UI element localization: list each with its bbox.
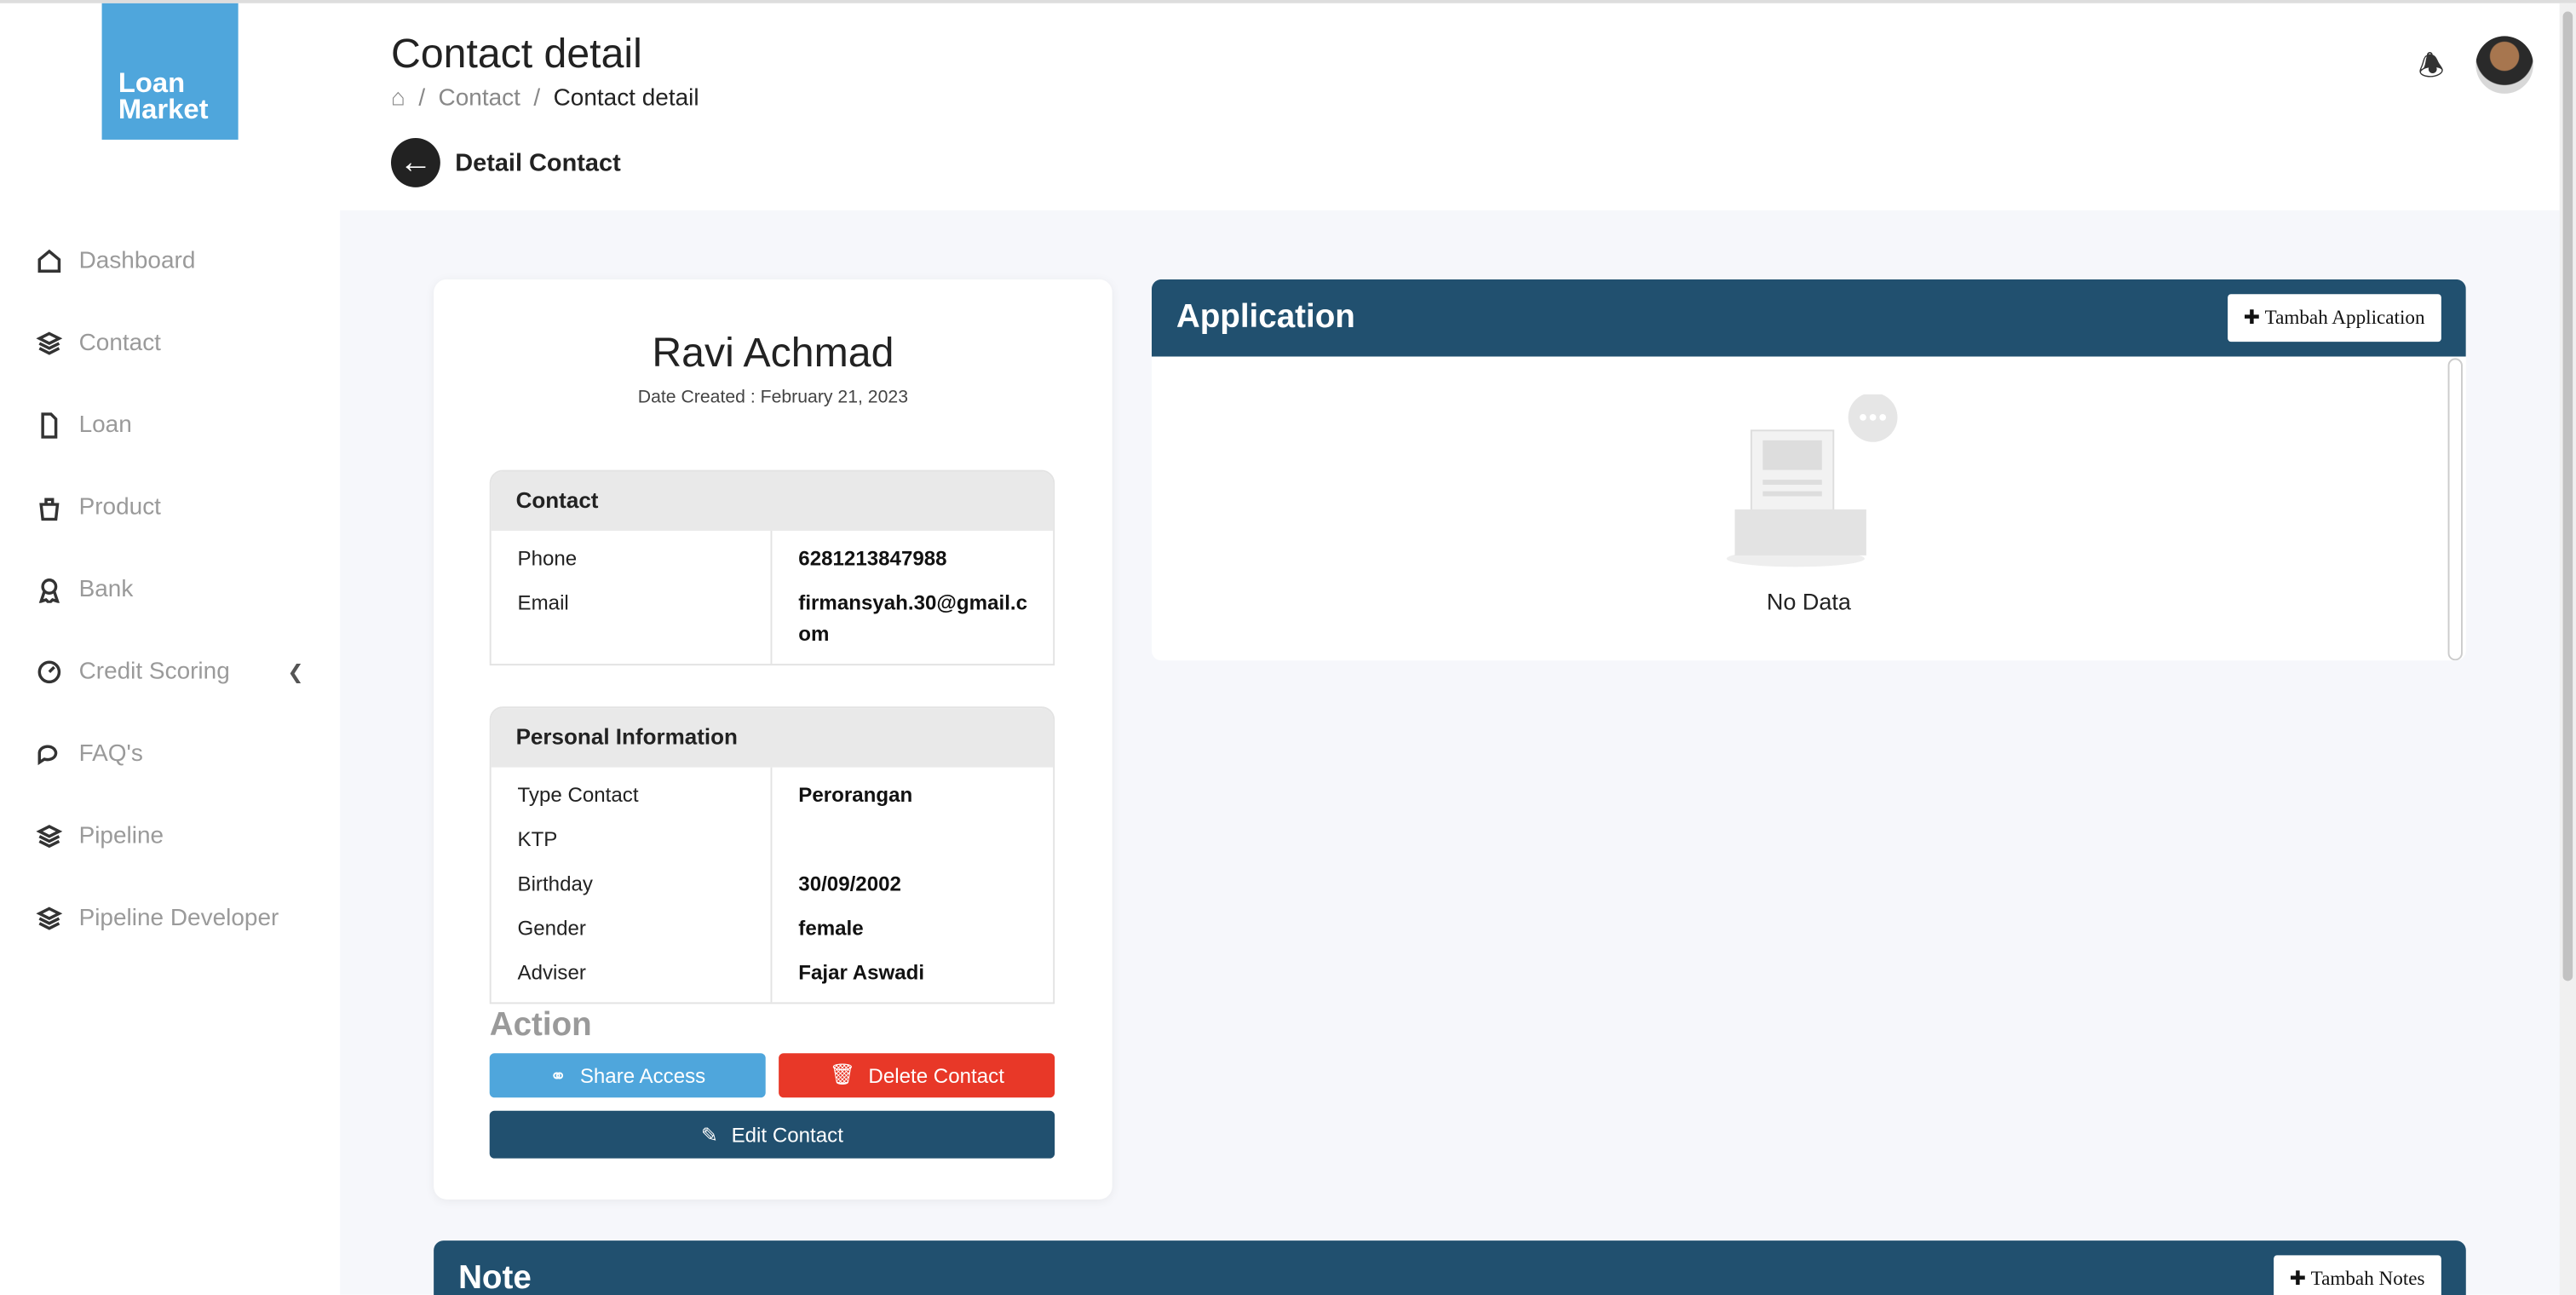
phone-label: Phone	[517, 547, 578, 571]
header: Contact detail ⌂ / Contact / Contact detai…	[340, 3, 2576, 210]
sidebar-item-pipeline[interactable]: Pipeline	[0, 795, 340, 877]
sidebar-item-pipeline-developer[interactable]: Pipeline Developer	[0, 878, 340, 959]
sidebar-nav: Dashboard Contact Loan Product Bank Cred…	[0, 220, 340, 959]
birthday-label: Birthday	[517, 872, 593, 896]
breadcrumb-sep: /	[533, 85, 541, 112]
sidebar-item-faqs[interactable]: FAQ's	[0, 713, 340, 795]
personal-info-title: Personal Information	[491, 708, 1054, 768]
layers-icon	[36, 906, 63, 930]
layers-icon	[36, 331, 63, 355]
sidebar-item-product[interactable]: Product	[0, 467, 340, 549]
phone-value: 6281213847988	[798, 547, 947, 571]
back-label: Detail Contact	[455, 148, 621, 177]
email-label: Email	[517, 591, 569, 615]
chevron-left-icon[interactable]: ❮	[287, 660, 303, 683]
sidebar-item-bank[interactable]: Bank	[0, 549, 340, 630]
page-scrollbar[interactable]	[2559, 3, 2576, 1295]
type-value: Perorangan	[798, 783, 913, 807]
home-icon[interactable]: ⌂	[391, 85, 405, 112]
edit-contact-button[interactable]: ✎ Edit Contact	[489, 1110, 1055, 1159]
nav-label: Bank	[78, 576, 134, 603]
sidebar-item-contact[interactable]: Contact	[0, 302, 340, 384]
add-notes-button[interactable]: ✚ Tambah Notes	[2273, 1255, 2441, 1295]
layers-icon	[36, 825, 63, 849]
gender-value: female	[798, 917, 864, 941]
gender-label: Gender	[517, 917, 586, 941]
action-heading: Action	[489, 1007, 592, 1044]
pencil-icon: ✎	[700, 1124, 719, 1148]
share-access-button[interactable]: ⚭ Share Access	[489, 1053, 766, 1098]
delete-label: Delete Contact	[868, 1063, 1004, 1087]
nav-label: Pipeline Developer	[78, 905, 279, 932]
personal-info-table: Personal Information Type Contact KTP Birt…	[489, 706, 1055, 1004]
file-icon	[41, 412, 58, 439]
sidebar-item-credit-scoring[interactable]: Credit Scoring ❮	[0, 631, 340, 713]
birthday-value: 30/09/2002	[798, 872, 901, 896]
avatar[interactable]	[2475, 36, 2533, 94]
contact-card: Ravi Achmad Date Created : February 21, …	[434, 279, 1113, 1200]
add-notes-label: Tambah Notes	[2310, 1266, 2425, 1290]
note-panel: Note ✚ Tambah Notes	[434, 1240, 2466, 1295]
nav-label: Credit Scoring	[78, 659, 230, 686]
breadcrumb-sep: /	[418, 85, 426, 112]
award-icon	[38, 578, 60, 603]
logo-text: Market	[118, 93, 209, 125]
page-title: Contact detail	[390, 31, 642, 78]
contact-table-title: Contact	[491, 471, 1054, 531]
breadcrumb: ⌂ / Contact / Contact detail	[391, 85, 699, 112]
sidebar-item-dashboard[interactable]: Dashboard	[0, 220, 340, 302]
nav-label: Pipeline	[78, 823, 164, 850]
share-label: Share Access	[579, 1063, 706, 1087]
adviser-label: Adviser	[517, 961, 586, 985]
scrollbar[interactable]	[2447, 358, 2463, 661]
ktp-label: KTP	[517, 827, 558, 851]
arrow-left-icon[interactable]: ←	[390, 137, 440, 187]
back-button[interactable]: ← Detail Contact	[390, 137, 621, 187]
edit-label: Edit Contact	[731, 1123, 843, 1147]
ktp-value	[798, 818, 1028, 862]
email-value: firmansyah.30@gmail.com	[798, 591, 1028, 646]
sidebar-item-loan[interactable]: Loan	[0, 384, 340, 466]
application-panel: Application ✚ Tambah Application No Data	[1151, 279, 2466, 661]
sidebar: Loan Market Dashboard Contact Loan Produc…	[0, 3, 341, 1295]
application-title: Application	[1176, 298, 1355, 336]
scroll-thumb[interactable]	[2562, 11, 2573, 981]
share-icon: ⚭	[549, 1064, 567, 1088]
adviser-value: Fajar Aswadi	[798, 961, 925, 985]
delete-contact-button[interactable]: 🗑 Delete Contact	[779, 1053, 1055, 1098]
bag-icon	[39, 498, 60, 521]
gauge-icon	[37, 660, 61, 684]
note-title: Note	[458, 1260, 532, 1295]
trash-icon: 🗑	[829, 1062, 856, 1086]
nav-label: Contact	[78, 330, 161, 357]
date-created: Date Created : February 21, 2023	[637, 388, 908, 408]
breadcrumb-contact[interactable]: Contact	[439, 85, 520, 112]
chat-icon	[37, 745, 58, 766]
loan-market-logo[interactable]: Loan Market	[101, 3, 239, 140]
add-application-label: Tambah Application	[2264, 305, 2425, 329]
empty-inbox-icon	[1152, 392, 2466, 584]
nav-label: Loan	[78, 412, 132, 439]
add-application-button[interactable]: ✚ Tambah Application	[2227, 294, 2441, 342]
main-content: Ravi Achmad Date Created : February 21, …	[340, 210, 2576, 1295]
contact-table: Contact Phone Email 6281213847988 firmansy…	[489, 469, 1055, 666]
bell-icon[interactable]: 🕭	[2418, 46, 2445, 95]
type-label: Type Contact	[517, 783, 639, 807]
breadcrumb-current: Contact detail	[553, 85, 699, 112]
home-icon	[37, 249, 61, 273]
contact-name: Ravi Achmad	[652, 330, 894, 377]
nav-label: Product	[78, 494, 161, 521]
no-data-text: No Data	[1766, 588, 1851, 615]
nav-label: Dashboard	[78, 248, 196, 275]
nav-label: FAQ's	[78, 740, 143, 768]
